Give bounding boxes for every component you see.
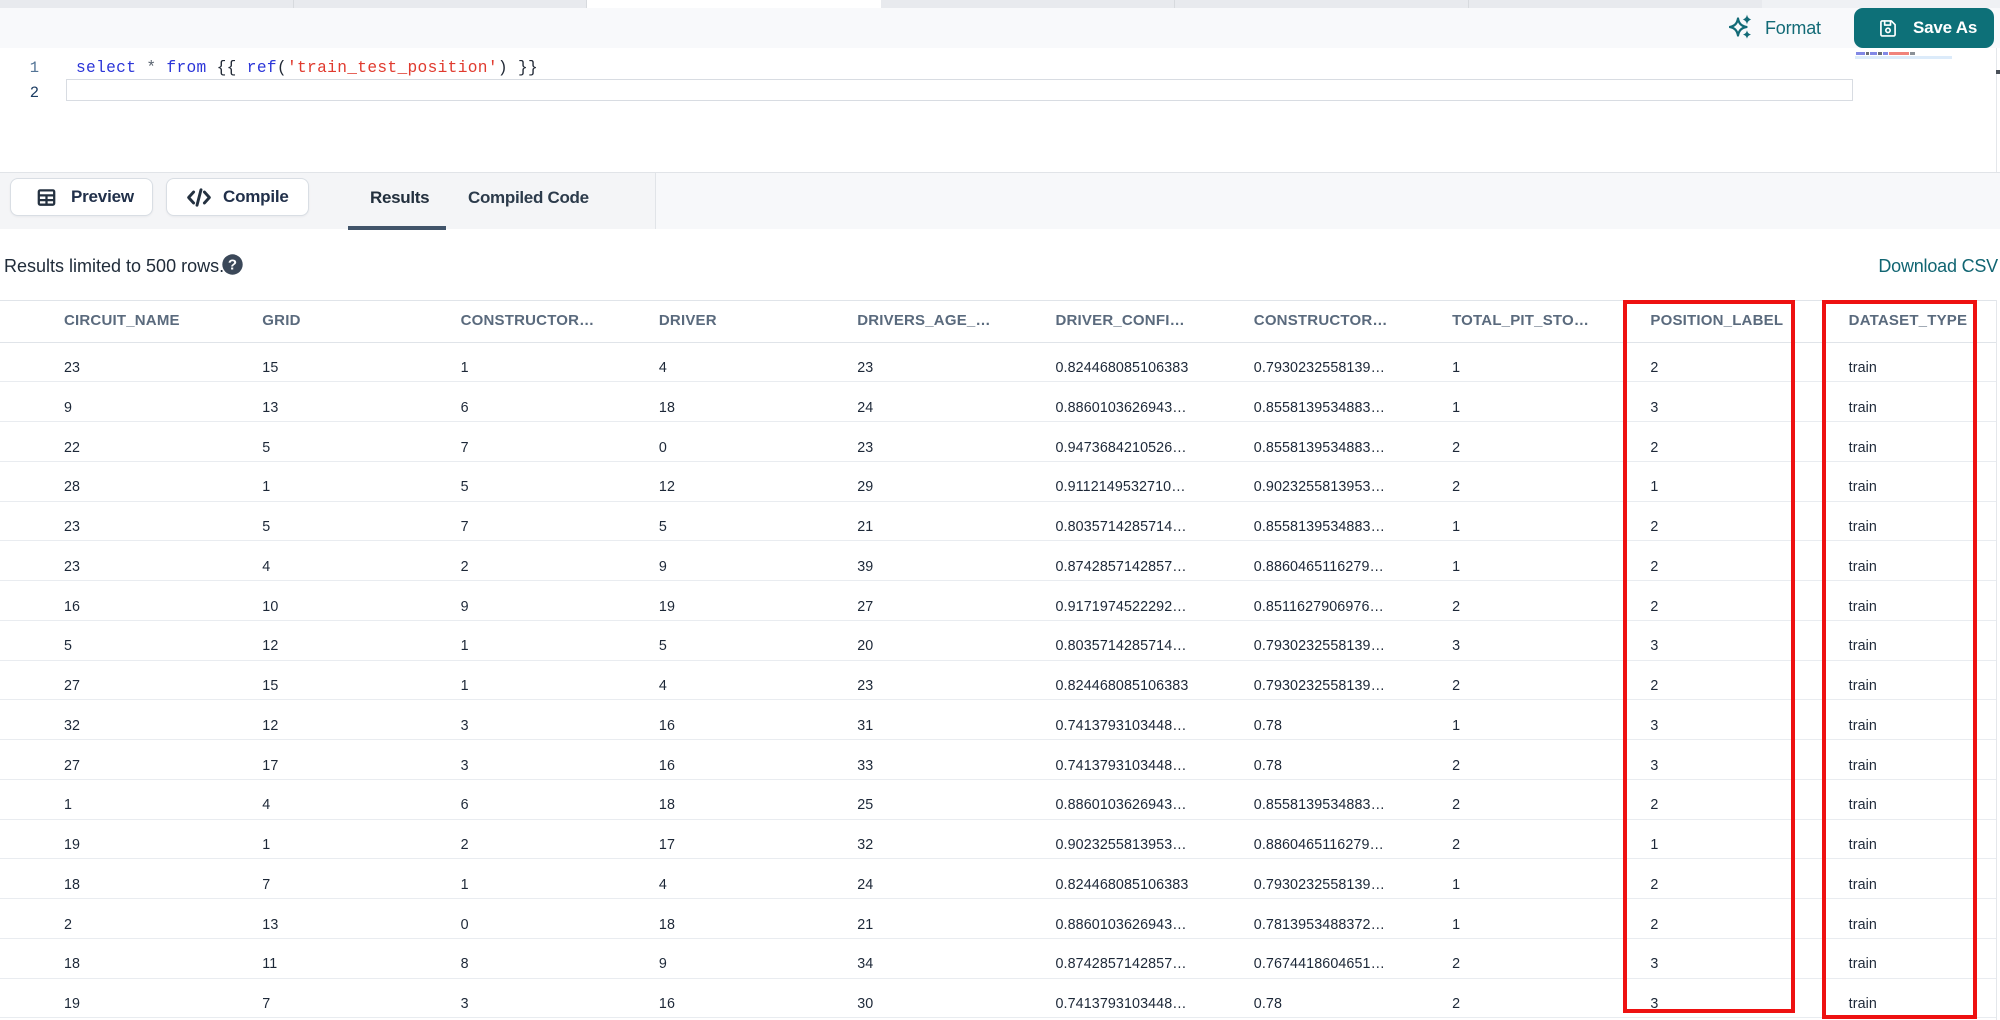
svg-text:?: ? (228, 257, 237, 274)
